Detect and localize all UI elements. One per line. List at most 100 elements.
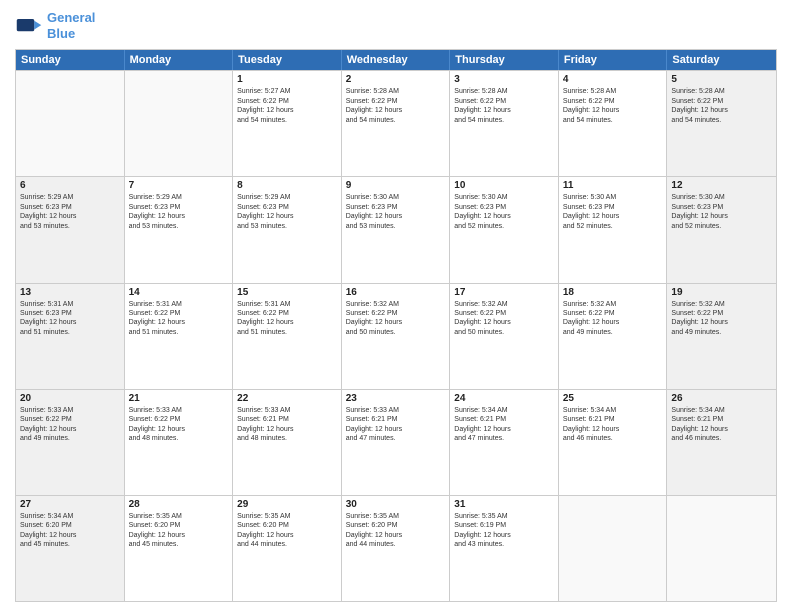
day-number: 27 bbox=[20, 499, 120, 510]
day-info: Sunrise: 5:35 AM Sunset: 6:20 PM Dayligh… bbox=[129, 512, 229, 550]
day-number: 26 bbox=[671, 393, 772, 404]
day-number: 25 bbox=[563, 393, 663, 404]
day-number: 2 bbox=[346, 74, 446, 85]
header-day-sunday: Sunday bbox=[16, 50, 125, 70]
day-number: 12 bbox=[671, 180, 772, 191]
calendar-day-13: 13 Sunrise: 5:31 AM Sunset: 6:23 PM Dayli… bbox=[16, 284, 125, 389]
calendar-day-21: 21Sunrise: 5:33 AM Sunset: 6:22 PM Dayli… bbox=[125, 390, 234, 495]
calendar-day-empty bbox=[125, 71, 234, 176]
calendar-day-29: 29 Sunrise: 5:35 AM Sunset: 6:20 PM Dayli… bbox=[233, 496, 342, 601]
calendar-day-27: 27 Sunrise: 5:34 AM Sunset: 6:20 PM Dayli… bbox=[16, 496, 125, 601]
day-info: Sunrise: 5:29 AM Sunset: 6:23 PM Dayligh… bbox=[20, 193, 120, 231]
day-info: Sunrise: 5:34 AM Sunset: 6:21 PM Dayligh… bbox=[454, 406, 554, 444]
header-day-wednesday: Wednesday bbox=[342, 50, 451, 70]
day-number: 18 bbox=[563, 287, 663, 298]
day-info: Sunrise: 5:32 AM Sunset: 6:22 PM Dayligh… bbox=[563, 300, 663, 338]
day-number: 10 bbox=[454, 180, 554, 191]
day-info: Sunrise: 5:31 AM Sunset: 6:22 PM Dayligh… bbox=[237, 300, 337, 338]
day-info: Sunrise: 5:34 AM Sunset: 6:20 PM Dayligh… bbox=[20, 512, 120, 550]
calendar-day-empty bbox=[16, 71, 125, 176]
calendar-week-1: 1 Sunrise: 5:27 AM Sunset: 6:22 PM Daylig… bbox=[16, 70, 776, 176]
day-info: Sunrise: 5:34 AM Sunset: 6:21 PM Dayligh… bbox=[563, 406, 663, 444]
calendar-day-23: 23 Sunrise: 5:33 AM Sunset: 6:21 PM Dayli… bbox=[342, 390, 451, 495]
calendar-day-6: 6 Sunrise: 5:29 AM Sunset: 6:23 PM Daylig… bbox=[16, 177, 125, 282]
calendar-day-8: 8Sunrise: 5:29 AM Sunset: 6:23 PM Daylig… bbox=[233, 177, 342, 282]
calendar-day-9: 9 Sunrise: 5:30 AM Sunset: 6:23 PM Daylig… bbox=[342, 177, 451, 282]
day-info: Sunrise: 5:35 AM Sunset: 6:19 PM Dayligh… bbox=[454, 512, 554, 550]
day-number: 19 bbox=[671, 287, 772, 298]
day-info: Sunrise: 5:33 AM Sunset: 6:22 PM Dayligh… bbox=[129, 406, 229, 444]
logo-text: General Blue bbox=[47, 10, 95, 41]
calendar-day-30: 30Sunrise: 5:35 AM Sunset: 6:20 PM Dayli… bbox=[342, 496, 451, 601]
day-number: 20 bbox=[20, 393, 120, 404]
day-info: Sunrise: 5:34 AM Sunset: 6:21 PM Dayligh… bbox=[671, 406, 772, 444]
calendar-day-2: 2 Sunrise: 5:28 AM Sunset: 6:22 PM Daylig… bbox=[342, 71, 451, 176]
calendar-day-31: 31 Sunrise: 5:35 AM Sunset: 6:19 PM Dayli… bbox=[450, 496, 559, 601]
calendar-header: SundayMondayTuesdayWednesdayThursdayFrid… bbox=[16, 50, 776, 70]
calendar-week-5: 27 Sunrise: 5:34 AM Sunset: 6:20 PM Dayli… bbox=[16, 495, 776, 601]
calendar-day-empty bbox=[559, 496, 668, 601]
day-info: Sunrise: 5:27 AM Sunset: 6:22 PM Dayligh… bbox=[237, 87, 337, 125]
header-day-thursday: Thursday bbox=[450, 50, 559, 70]
day-number: 1 bbox=[237, 74, 337, 85]
calendar-day-19: 19 Sunrise: 5:32 AM Sunset: 6:22 PM Dayli… bbox=[667, 284, 776, 389]
day-info: Sunrise: 5:32 AM Sunset: 6:22 PM Dayligh… bbox=[454, 300, 554, 338]
calendar-day-10: 10 Sunrise: 5:30 AM Sunset: 6:23 PM Dayli… bbox=[450, 177, 559, 282]
calendar-week-2: 6 Sunrise: 5:29 AM Sunset: 6:23 PM Daylig… bbox=[16, 176, 776, 282]
day-info: Sunrise: 5:33 AM Sunset: 6:22 PM Dayligh… bbox=[20, 406, 120, 444]
day-info: Sunrise: 5:28 AM Sunset: 6:22 PM Dayligh… bbox=[346, 87, 446, 125]
day-info: Sunrise: 5:35 AM Sunset: 6:20 PM Dayligh… bbox=[346, 512, 446, 550]
day-info: Sunrise: 5:32 AM Sunset: 6:22 PM Dayligh… bbox=[671, 300, 772, 338]
calendar-day-empty bbox=[667, 496, 776, 601]
calendar-day-15: 15 Sunrise: 5:31 AM Sunset: 6:22 PM Dayli… bbox=[233, 284, 342, 389]
calendar-day-1: 1 Sunrise: 5:27 AM Sunset: 6:22 PM Daylig… bbox=[233, 71, 342, 176]
calendar-week-4: 20 Sunrise: 5:33 AM Sunset: 6:22 PM Dayli… bbox=[16, 389, 776, 495]
calendar-day-20: 20 Sunrise: 5:33 AM Sunset: 6:22 PM Dayli… bbox=[16, 390, 125, 495]
calendar-day-16: 16 Sunrise: 5:32 AM Sunset: 6:22 PM Dayli… bbox=[342, 284, 451, 389]
day-number: 6 bbox=[20, 180, 120, 191]
day-number: 31 bbox=[454, 499, 554, 510]
calendar-day-24: 24Sunrise: 5:34 AM Sunset: 6:21 PM Dayli… bbox=[450, 390, 559, 495]
calendar-day-5: 5 Sunrise: 5:28 AM Sunset: 6:22 PM Daylig… bbox=[667, 71, 776, 176]
header: General Blue bbox=[15, 10, 777, 41]
day-info: Sunrise: 5:28 AM Sunset: 6:22 PM Dayligh… bbox=[454, 87, 554, 125]
calendar-day-17: 17 Sunrise: 5:32 AM Sunset: 6:22 PM Dayli… bbox=[450, 284, 559, 389]
day-number: 13 bbox=[20, 287, 120, 298]
day-number: 15 bbox=[237, 287, 337, 298]
day-number: 29 bbox=[237, 499, 337, 510]
header-day-monday: Monday bbox=[125, 50, 234, 70]
day-info: Sunrise: 5:30 AM Sunset: 6:23 PM Dayligh… bbox=[346, 193, 446, 231]
calendar-day-11: 11Sunrise: 5:30 AM Sunset: 6:23 PM Dayli… bbox=[559, 177, 668, 282]
header-day-friday: Friday bbox=[559, 50, 668, 70]
day-info: Sunrise: 5:35 AM Sunset: 6:20 PM Dayligh… bbox=[237, 512, 337, 550]
header-day-saturday: Saturday bbox=[667, 50, 776, 70]
day-number: 23 bbox=[346, 393, 446, 404]
day-info: Sunrise: 5:28 AM Sunset: 6:22 PM Dayligh… bbox=[671, 87, 772, 125]
day-info: Sunrise: 5:31 AM Sunset: 6:22 PM Dayligh… bbox=[129, 300, 229, 338]
day-number: 5 bbox=[671, 74, 772, 85]
calendar-day-3: 3Sunrise: 5:28 AM Sunset: 6:22 PM Daylig… bbox=[450, 71, 559, 176]
calendar-day-12: 12 Sunrise: 5:30 AM Sunset: 6:23 PM Dayli… bbox=[667, 177, 776, 282]
calendar-day-14: 14 Sunrise: 5:31 AM Sunset: 6:22 PM Dayli… bbox=[125, 284, 234, 389]
day-info: Sunrise: 5:29 AM Sunset: 6:23 PM Dayligh… bbox=[129, 193, 229, 231]
day-info: Sunrise: 5:33 AM Sunset: 6:21 PM Dayligh… bbox=[346, 406, 446, 444]
day-number: 7 bbox=[129, 180, 229, 191]
logo: General Blue bbox=[15, 10, 95, 41]
calendar-week-3: 13 Sunrise: 5:31 AM Sunset: 6:23 PM Dayli… bbox=[16, 283, 776, 389]
day-number: 9 bbox=[346, 180, 446, 191]
calendar-day-4: 4Sunrise: 5:28 AM Sunset: 6:22 PM Daylig… bbox=[559, 71, 668, 176]
day-info: Sunrise: 5:28 AM Sunset: 6:22 PM Dayligh… bbox=[563, 87, 663, 125]
calendar-day-28: 28Sunrise: 5:35 AM Sunset: 6:20 PM Dayli… bbox=[125, 496, 234, 601]
day-number: 22 bbox=[237, 393, 337, 404]
day-number: 17 bbox=[454, 287, 554, 298]
day-info: Sunrise: 5:30 AM Sunset: 6:23 PM Dayligh… bbox=[454, 193, 554, 231]
calendar-day-7: 7 Sunrise: 5:29 AM Sunset: 6:23 PM Daylig… bbox=[125, 177, 234, 282]
page: General Blue SundayMondayTuesdayWednesda… bbox=[0, 0, 792, 612]
calendar: SundayMondayTuesdayWednesdayThursdayFrid… bbox=[15, 49, 777, 602]
day-info: Sunrise: 5:32 AM Sunset: 6:22 PM Dayligh… bbox=[346, 300, 446, 338]
day-number: 16 bbox=[346, 287, 446, 298]
day-number: 14 bbox=[129, 287, 229, 298]
day-info: Sunrise: 5:30 AM Sunset: 6:23 PM Dayligh… bbox=[671, 193, 772, 231]
day-info: Sunrise: 5:33 AM Sunset: 6:21 PM Dayligh… bbox=[237, 406, 337, 444]
day-info: Sunrise: 5:31 AM Sunset: 6:23 PM Dayligh… bbox=[20, 300, 120, 338]
